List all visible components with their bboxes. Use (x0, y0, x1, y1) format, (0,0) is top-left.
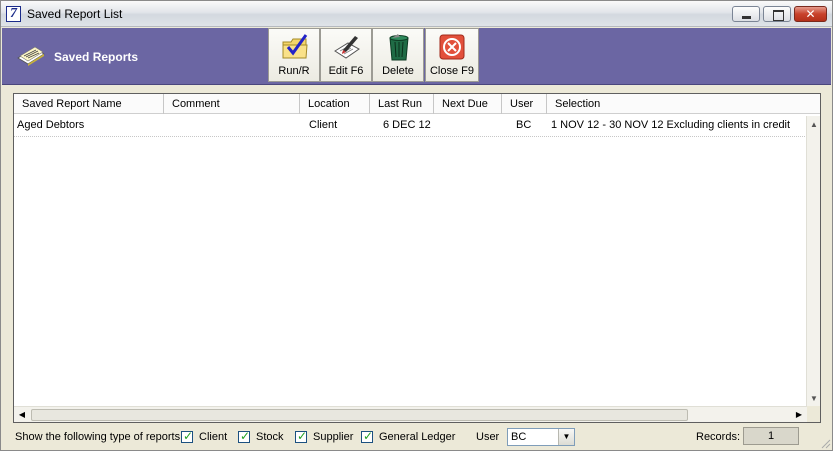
header-title: Saved Reports (54, 50, 139, 64)
scrollbar-corner (807, 406, 820, 422)
checkbox-client-label[interactable]: Client (199, 431, 227, 443)
scroll-right-arrow-icon[interactable]: ▶ (791, 407, 807, 423)
delete-button[interactable]: Delete (372, 28, 424, 82)
close-window-button[interactable]: ✕ (794, 6, 827, 22)
checkbox-general-ledger[interactable] (361, 429, 373, 443)
checkbox-stock-label[interactable]: Stock (256, 431, 284, 443)
app-logo-icon: 7 (6, 6, 21, 22)
column-header-last-run[interactable]: Last Run (370, 94, 434, 114)
resize-grip-icon[interactable] (819, 437, 831, 449)
checkbox-supplier[interactable] (295, 429, 307, 443)
scroll-up-arrow-icon[interactable]: ▲ (807, 116, 821, 133)
folder-check-icon (282, 34, 308, 59)
maximize-icon (764, 7, 790, 21)
close-circle-icon (439, 34, 465, 60)
run-label: Run/R (278, 65, 310, 77)
header-band: Saved Reports Run/R Edit F6 Delete Close… (2, 28, 831, 85)
column-header-location[interactable]: Location (300, 94, 370, 114)
close-label: Close F9 (429, 65, 475, 77)
cell-last-run: 6 DEC 12 (383, 119, 431, 131)
header-corner (807, 94, 820, 114)
column-header-row: Saved Report Name Comment Location Last … (14, 94, 807, 114)
checkbox-client[interactable] (181, 429, 193, 443)
records-count: 1 (743, 427, 799, 445)
maximize-button[interactable] (763, 6, 791, 22)
edit-label: Edit F6 (328, 65, 364, 77)
horizontal-scrollbar[interactable]: ◀ ▶ (14, 406, 807, 422)
cell-user: BC (516, 119, 532, 131)
minimize-icon (733, 7, 759, 21)
cell-selection: 1 NOV 12 - 30 NOV 12 Excluding clients i… (551, 119, 791, 131)
delete-label: Delete (382, 65, 414, 77)
table-row[interactable]: Aged Debtors Client 6 DEC 12 BC 1 NOV 12… (14, 116, 807, 136)
close-button[interactable]: Close F9 (425, 28, 479, 82)
column-header-user[interactable]: User (502, 94, 547, 114)
show-reports-label: Show the following type of reports (15, 431, 181, 443)
vertical-scrollbar[interactable]: ▲ ▼ (806, 116, 820, 407)
scroll-left-arrow-icon[interactable]: ◀ (14, 407, 30, 423)
column-header-selection[interactable]: Selection (547, 94, 807, 114)
column-header-comment[interactable]: Comment (164, 94, 300, 114)
window-title: Saved Report List (27, 7, 123, 21)
edit-button[interactable]: Edit F6 (320, 28, 372, 82)
user-select-value: BC (511, 431, 527, 443)
records-label: Records: (696, 431, 741, 443)
checkbox-stock[interactable] (238, 429, 250, 443)
footer-filters: Show the following type of reports Clien… (1, 427, 832, 447)
column-header-next-due[interactable]: Next Due (434, 94, 502, 114)
run-button[interactable]: Run/R (268, 28, 320, 82)
user-select[interactable]: BC ▼ (507, 428, 575, 446)
edit-pencil-icon (334, 36, 360, 59)
saved-reports-grid[interactable]: Saved Report Name Comment Location Last … (13, 93, 821, 423)
scroll-down-arrow-icon[interactable]: ▼ (807, 390, 821, 407)
cell-location: Client (309, 119, 338, 131)
user-label: User (476, 431, 500, 443)
title-bar[interactable]: 7 Saved Report List ✕ (1, 1, 832, 27)
close-icon: ✕ (805, 7, 816, 21)
checkbox-general-ledger-label[interactable]: General Ledger (379, 431, 455, 443)
cell-saved-report-name: Aged Debtors (17, 119, 85, 131)
minimize-button[interactable] (732, 6, 760, 22)
report-papers-icon (17, 46, 45, 66)
checkbox-supplier-label[interactable]: Supplier (313, 431, 353, 443)
trash-bin-icon (389, 34, 409, 61)
horizontal-scroll-thumb[interactable] (31, 409, 688, 421)
column-header-saved-report-name[interactable]: Saved Report Name (14, 94, 164, 114)
chevron-down-icon[interactable]: ▼ (558, 429, 574, 445)
row-divider (14, 136, 807, 137)
saved-report-list-window: 7 Saved Report List ✕ Saved Reports Run/… (0, 0, 833, 451)
